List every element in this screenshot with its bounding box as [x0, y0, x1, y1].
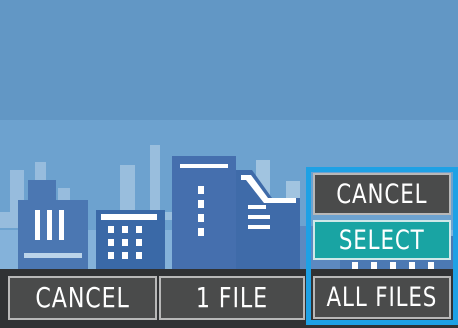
menu-cancel-label: CANCEL — [336, 178, 428, 210]
menu-select-button[interactable]: SELECT — [313, 220, 451, 260]
cancel-bottom-label: CANCEL — [35, 281, 130, 314]
menu-all-files-button[interactable]: ALL FILES — [313, 276, 451, 319]
camera-screen: CANCEL 1 FILE CANCEL SELECT ALL FILES — [0, 0, 458, 328]
menu-all-files-label: ALL FILES — [326, 282, 438, 313]
menu-cancel-button[interactable]: CANCEL — [313, 173, 451, 215]
menu-select-label: SELECT — [339, 224, 425, 256]
one-file-button[interactable]: 1 FILE — [159, 276, 305, 320]
one-file-label: 1 FILE — [195, 281, 269, 314]
cancel-bottom-button[interactable]: CANCEL — [8, 276, 157, 320]
